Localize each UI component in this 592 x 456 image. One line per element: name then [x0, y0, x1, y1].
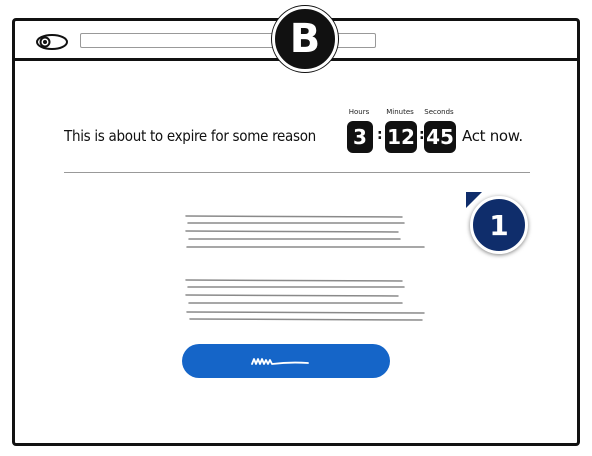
- text-line: [186, 311, 425, 314]
- text-line: [185, 294, 399, 297]
- step-badge: 1: [470, 196, 528, 254]
- text-line: [189, 318, 423, 321]
- wireframe-scene: B This is about to expire for some reaso…: [0, 0, 592, 456]
- text-line: [185, 279, 403, 282]
- text-line: [185, 230, 399, 233]
- section-divider: [64, 172, 530, 173]
- cta-button[interactable]: [182, 344, 390, 378]
- squiggle-icon: [251, 358, 309, 365]
- act-now-text: Act now.: [462, 127, 523, 145]
- seconds-label: Seconds: [424, 108, 454, 116]
- seconds-tile: 45: [424, 121, 456, 153]
- time-separator: :: [377, 127, 383, 143]
- hours-tile: 3: [347, 121, 373, 153]
- eye-icon: [36, 34, 68, 50]
- minutes-tile: 12: [385, 121, 417, 153]
- variant-badge: B: [272, 6, 338, 72]
- placeholder-text: [185, 215, 425, 321]
- text-line: [185, 215, 403, 218]
- expiry-message: This is about to expire for some reason: [64, 127, 316, 145]
- minutes-label: Minutes: [386, 108, 414, 116]
- hours-label: Hours: [348, 108, 370, 116]
